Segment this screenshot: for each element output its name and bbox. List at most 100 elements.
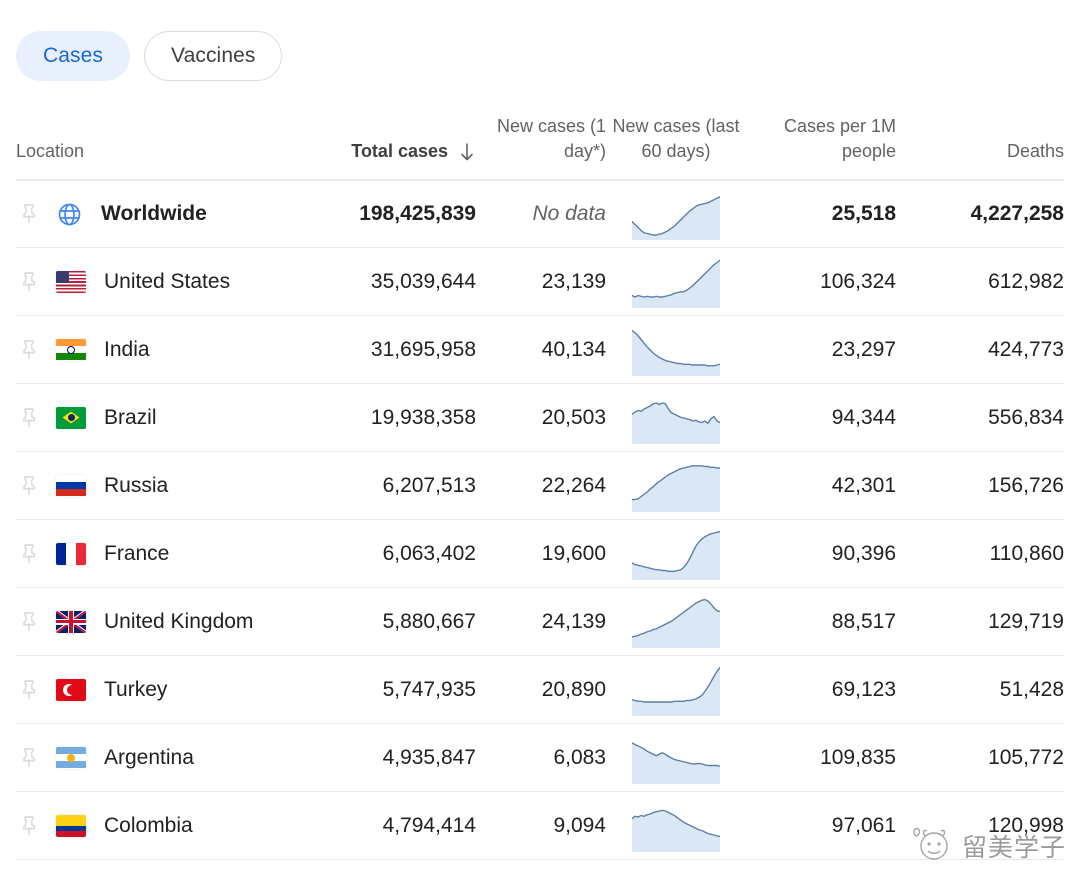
tab-vaccines[interactable]: Vaccines <box>144 31 283 81</box>
cell-deaths: 424,773 <box>988 337 1064 361</box>
cell-sparkline <box>606 596 746 648</box>
pin-icon[interactable] <box>16 473 42 499</box>
covid-stats-page: Cases Vaccines Location Total cases New … <box>0 0 1080 892</box>
table-row[interactable]: Turkey 5,747,935 20,890 69,123 51,428 <box>16 656 1064 724</box>
cell-location[interactable]: Russia <box>16 473 316 499</box>
column-header-deaths[interactable]: Deaths <box>896 139 1064 165</box>
pin-icon[interactable] <box>16 813 42 839</box>
location-name: India <box>104 337 150 361</box>
cell-location[interactable]: Colombia <box>16 813 316 839</box>
cell-cases-per-1m: 90,396 <box>831 541 896 565</box>
tab-cases[interactable]: Cases <box>16 31 131 81</box>
table-body: Worldwide 198,425,839 No data 25,518 4,227,2… <box>16 180 1064 860</box>
cell-new-cases-1day: 24,139 <box>541 609 606 633</box>
cell-location[interactable]: Worldwide <box>16 201 316 228</box>
cell-deaths: 129,719 <box>988 609 1064 633</box>
cell-total-cases: 198,425,839 <box>359 202 476 225</box>
cell-new-cases-1day: 40,134 <box>541 337 606 361</box>
globe-icon <box>56 201 83 228</box>
cell-total-cases: 5,880,667 <box>382 609 476 633</box>
column-header-new-cases-60days-label: New cases (last 60 days) <box>612 115 740 162</box>
column-header-total-cases[interactable]: Total cases <box>316 139 476 165</box>
location-name: Russia <box>104 473 169 497</box>
cell-new-cases-1day: No data <box>532 202 606 225</box>
cell-total-cases: 5,747,935 <box>382 677 476 701</box>
cell-location[interactable]: Brazil <box>16 405 316 431</box>
cell-new-cases-1day: 20,890 <box>541 677 606 701</box>
location-name: Turkey <box>104 677 168 701</box>
column-header-new-cases-1day[interactable]: New cases (1 day*) <box>476 114 606 165</box>
location-name: United Kingdom <box>104 609 254 633</box>
table-row[interactable]: United Kingdom 5,880,667 24,139 88,517 129,7… <box>16 588 1064 656</box>
cell-total-cases: 6,063,402 <box>382 541 476 565</box>
column-header-new-cases-60days[interactable]: New cases (last 60 days) <box>606 114 746 165</box>
cell-location[interactable]: Turkey <box>16 677 316 703</box>
pin-icon[interactable] <box>16 609 42 635</box>
column-header-location-label: Location <box>16 141 85 162</box>
pin-icon[interactable] <box>16 337 42 363</box>
cell-new-cases-1day: 6,083 <box>553 745 606 769</box>
pin-icon[interactable] <box>16 677 42 703</box>
cell-cases-per-1m: 69,123 <box>831 677 896 701</box>
cell-cases-per-1m: 23,297 <box>831 337 896 361</box>
location-name: Colombia <box>104 813 193 837</box>
location-name: United States <box>104 269 231 293</box>
pin-icon[interactable] <box>16 541 42 567</box>
cell-cases-per-1m: 42,301 <box>831 473 896 497</box>
cell-total-cases: 4,794,414 <box>382 813 476 837</box>
flag-united-kingdom-icon <box>56 610 86 633</box>
pin-icon[interactable] <box>16 405 42 431</box>
sort-descending-arrow-icon <box>461 143 473 161</box>
table-row[interactable]: Brazil 19,938,358 20,503 94,344 556,834 <box>16 384 1064 452</box>
cell-total-cases: 4,935,847 <box>382 745 476 769</box>
cell-location[interactable]: Argentina <box>16 745 316 771</box>
tab-vaccines-label: Vaccines <box>171 44 256 67</box>
cell-sparkline <box>606 460 746 512</box>
flag-united-states-icon <box>56 270 86 293</box>
flag-turkey-icon <box>56 678 86 701</box>
table-row[interactable]: Argentina 4,935,847 6,083 109,835 105,772 <box>16 724 1064 792</box>
pin-icon[interactable] <box>16 269 42 295</box>
location-name: France <box>104 541 170 565</box>
cell-total-cases: 31,695,958 <box>370 337 476 361</box>
cell-sparkline <box>606 664 746 716</box>
cell-deaths: 556,834 <box>988 405 1064 429</box>
cell-sparkline <box>606 188 746 240</box>
flag-brazil-icon <box>56 406 86 429</box>
cell-deaths: 105,772 <box>988 745 1064 769</box>
cell-location[interactable]: France <box>16 541 316 567</box>
cell-location[interactable]: United States <box>16 269 316 295</box>
cell-cases-per-1m: 109,835 <box>820 745 896 769</box>
cell-sparkline <box>606 800 746 852</box>
cell-location[interactable]: United Kingdom <box>16 609 316 635</box>
cell-deaths: 120,998 <box>988 813 1064 837</box>
cell-total-cases: 35,039,644 <box>370 269 476 293</box>
table-row[interactable]: Colombia 4,794,414 9,094 97,061 120,998 <box>16 792 1064 860</box>
location-name: Worldwide <box>101 202 207 225</box>
cell-new-cases-1day: 9,094 <box>553 813 606 837</box>
cell-cases-per-1m: 94,344 <box>831 405 896 429</box>
column-header-cases-per-1m[interactable]: Cases per 1M people <box>746 114 896 165</box>
pin-icon[interactable] <box>16 745 42 771</box>
table-row[interactable]: France 6,063,402 19,600 90,396 110,860 <box>16 520 1064 588</box>
flag-argentina-icon <box>56 746 86 769</box>
cell-sparkline <box>606 732 746 784</box>
cell-sparkline <box>606 392 746 444</box>
pin-icon[interactable] <box>16 201 42 227</box>
column-header-deaths-label: Deaths <box>1006 141 1064 162</box>
cell-location[interactable]: India <box>16 337 316 363</box>
cell-total-cases: 6,207,513 <box>382 473 476 497</box>
flag-france-icon <box>56 542 86 565</box>
cell-new-cases-1day: 22,264 <box>541 473 606 497</box>
cell-sparkline <box>606 256 746 308</box>
tab-bar: Cases Vaccines <box>0 0 1080 88</box>
table-row[interactable]: Russia 6,207,513 22,264 42,301 156,726 <box>16 452 1064 520</box>
cell-total-cases: 19,938,358 <box>370 405 476 429</box>
cell-cases-per-1m: 25,518 <box>831 202 896 225</box>
table-row[interactable]: India 31,695,958 40,134 23,297 424,773 <box>16 316 1064 384</box>
column-header-location[interactable]: Location <box>16 139 316 165</box>
table-row[interactable]: Worldwide 198,425,839 No data 25,518 4,227,2… <box>16 180 1064 248</box>
cell-sparkline <box>606 528 746 580</box>
column-header-total-cases-label: Total cases <box>351 141 448 162</box>
table-row[interactable]: United States 35,039,644 23,139 106,324 612,… <box>16 248 1064 316</box>
